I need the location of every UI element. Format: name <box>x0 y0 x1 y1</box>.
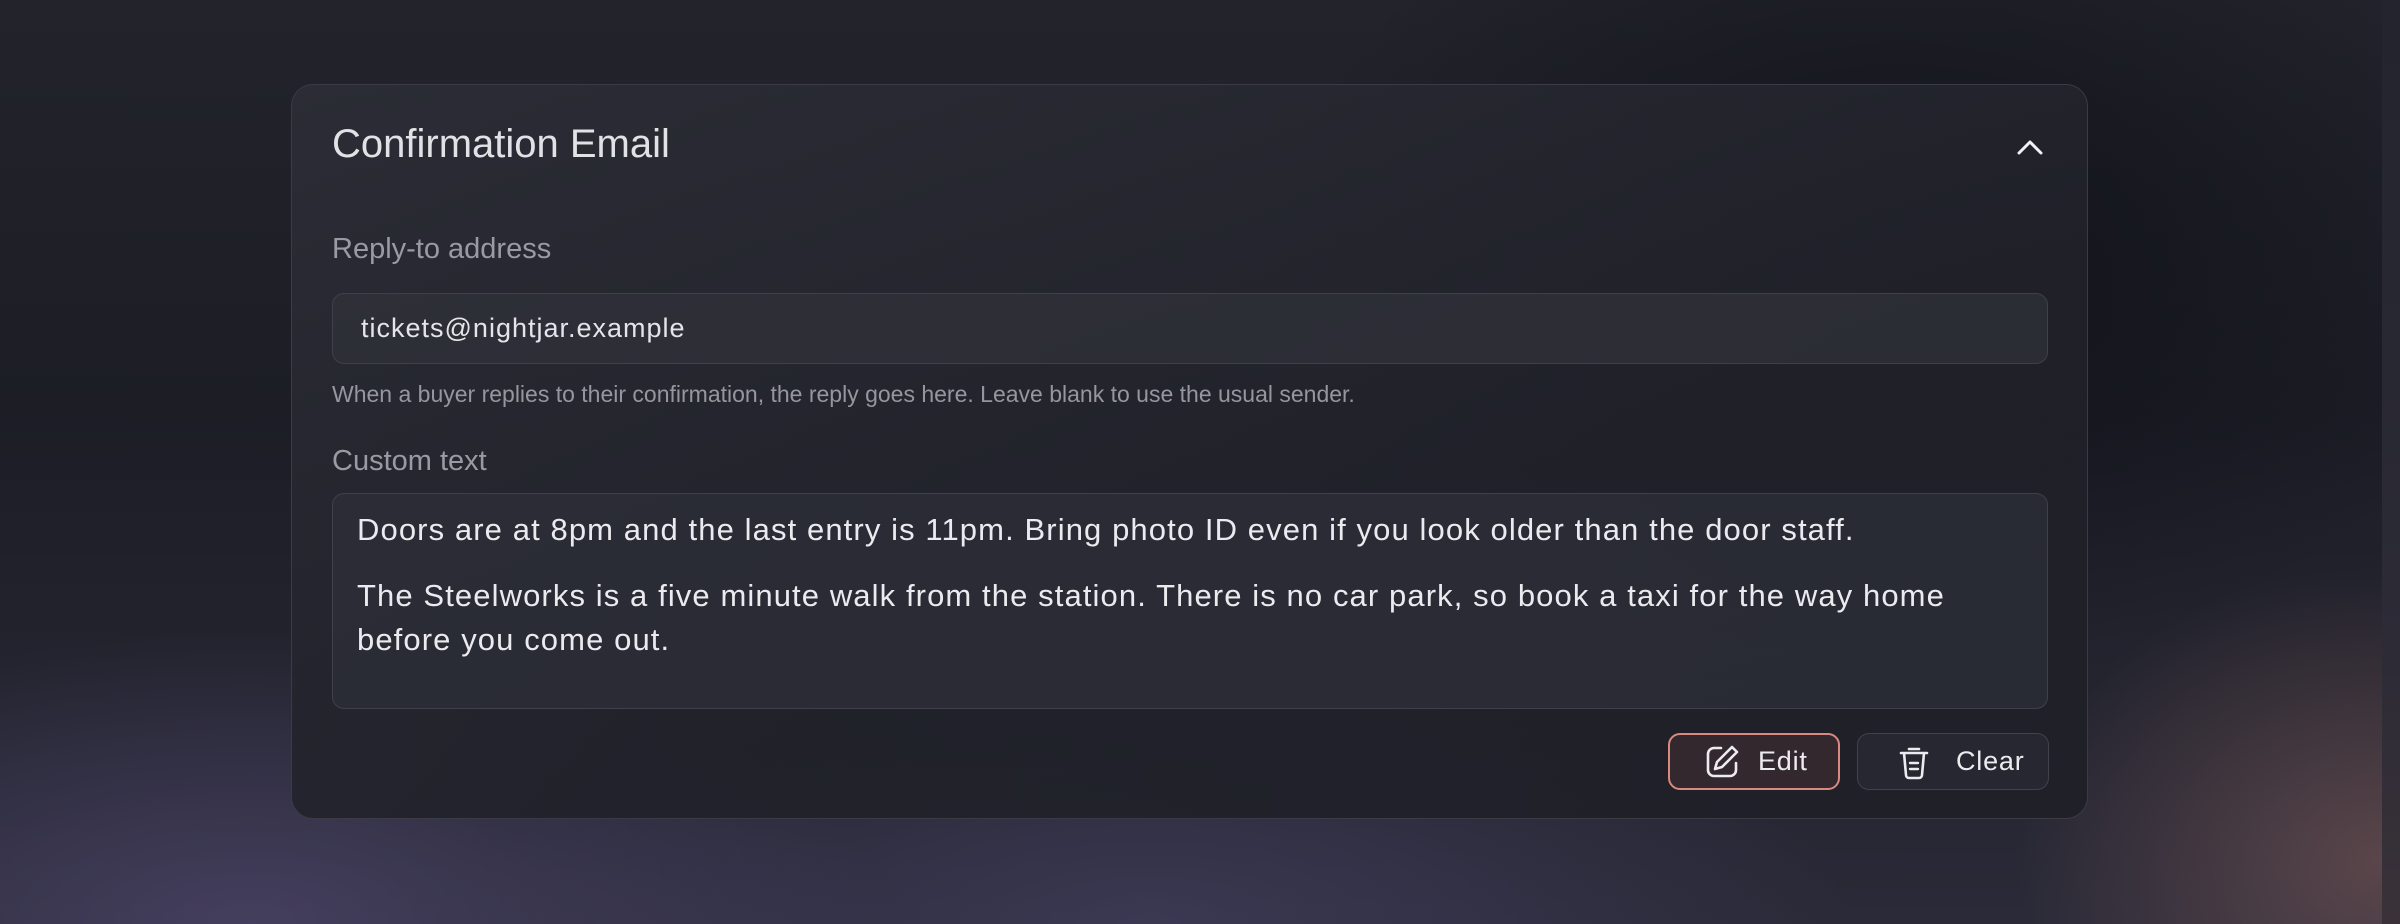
edit-icon <box>1702 742 1742 782</box>
edit-button-label: Edit <box>1758 746 1808 776</box>
clear-button[interactable]: Clear <box>1857 733 2049 790</box>
clear-button-label: Clear <box>1956 746 2025 776</box>
page-scrollbar[interactable] <box>2382 0 2400 924</box>
reply-to-label: Reply-to address <box>332 233 552 265</box>
reply-to-hint: When a buyer replies to their confirmati… <box>332 381 1355 407</box>
custom-text-area[interactable]: Doors are at 8pm and the last entry is 1… <box>332 493 2048 709</box>
confirmation-email-panel: Confirmation Email Reply-to address When… <box>291 84 2088 819</box>
edit-button[interactable]: Edit <box>1668 733 1840 790</box>
custom-text-paragraph: Doors are at 8pm and the last entry is 1… <box>357 512 1855 547</box>
panel-title: Confirmation Email <box>332 122 670 166</box>
reply-to-input[interactable] <box>332 293 2048 364</box>
chevron-up-icon <box>2017 140 2043 155</box>
custom-text-label: Custom text <box>332 445 487 477</box>
collapse-button[interactable] <box>2008 125 2052 169</box>
custom-text-paragraph: The Steelworks is a five minute walk fro… <box>357 578 1945 657</box>
trash-icon <box>1894 742 1934 782</box>
